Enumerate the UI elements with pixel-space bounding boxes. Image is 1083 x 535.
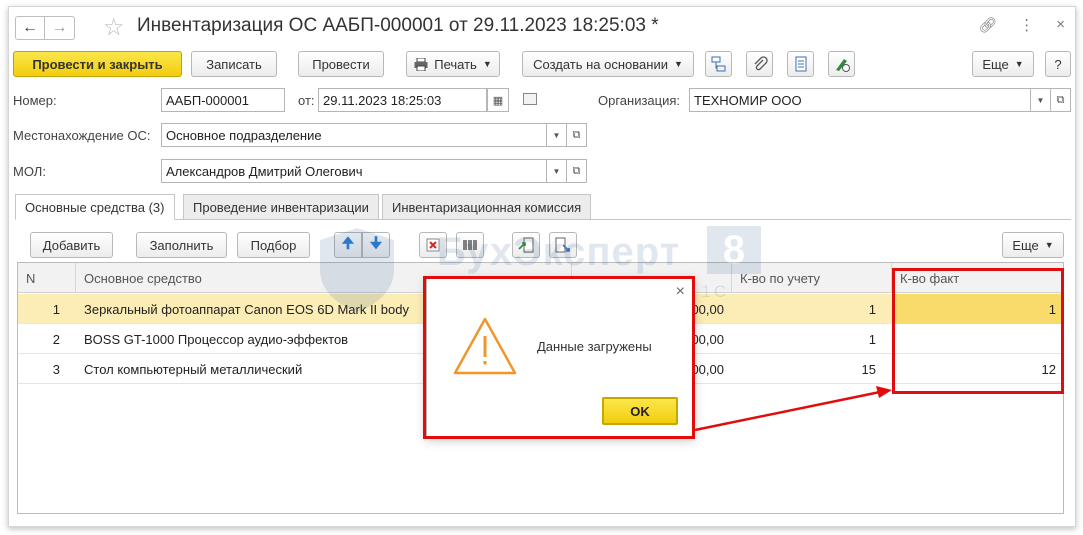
cell-qty-fact[interactable]: 12	[892, 354, 1064, 384]
organization-field[interactable]: ТЕХНОМИР ООО	[689, 88, 1031, 112]
dialog-message: Данные загружены	[537, 339, 652, 354]
hierarchy-icon	[711, 56, 725, 72]
number-field[interactable]: ААБП-000001	[161, 88, 285, 112]
warning-icon	[453, 317, 517, 375]
open-form-icon: ⧉	[1056, 93, 1065, 106]
move-up-button[interactable]: 🠉	[334, 232, 362, 258]
move-down-button[interactable]: 🠋	[362, 232, 390, 258]
cell-n: 2	[52, 331, 60, 347]
delete-rows-button[interactable]	[419, 232, 447, 258]
favorite-star-icon[interactable]: ☆	[103, 13, 125, 42]
link-icon[interactable]: 🔗︎	[978, 16, 997, 34]
date-label: от:	[298, 93, 315, 108]
open-form-icon: ⧉	[572, 128, 581, 141]
printer-icon	[414, 57, 428, 71]
print-button[interactable]: Печать ▼	[406, 51, 500, 77]
tab-conduct-inventory[interactable]: Проведение инвентаризации	[183, 194, 379, 220]
location-label: Местонахождение ОС:	[13, 128, 151, 143]
more-label: Еще	[982, 56, 1009, 72]
cell-qty-fact[interactable]: 1	[892, 294, 1064, 324]
chevron-down-icon: ▼	[1036, 95, 1045, 105]
document-list-icon	[795, 56, 806, 72]
kebab-menu-icon[interactable]: ⋮	[1019, 16, 1034, 34]
pen-clock-icon	[835, 59, 850, 72]
arrow-left-icon: ←	[22, 19, 38, 36]
location-dropdown[interactable]: ▼	[547, 123, 567, 147]
table-more-button[interactable]: Еще ▼	[1002, 232, 1064, 258]
organization-label: Организация:	[598, 93, 681, 108]
import-icon	[518, 237, 534, 253]
chevron-down-icon: ▼	[482, 59, 492, 69]
tab-fixed-assets[interactable]: Основные средства (3)	[15, 194, 175, 220]
cell-qty-book: 1	[868, 301, 876, 317]
create-based-on-button[interactable]: Создать на основании ▼	[522, 51, 694, 77]
number-label: Номер:	[13, 93, 57, 108]
add-button[interactable]: Добавить	[30, 232, 113, 258]
barcode-icon	[463, 240, 477, 250]
cell-qty-book: 1	[868, 331, 876, 347]
attach-button[interactable]	[746, 51, 773, 77]
comment-icon[interactable]	[523, 93, 537, 105]
barcode-button[interactable]	[456, 232, 484, 258]
close-window-icon[interactable]: ×	[1056, 16, 1065, 34]
post-and-close-button[interactable]: Провести и закрыть	[13, 51, 182, 77]
location-open-button[interactable]: ⧉	[567, 123, 587, 147]
mol-dropdown[interactable]: ▼	[547, 159, 567, 183]
report-button[interactable]	[787, 51, 814, 77]
organization-dropdown[interactable]: ▼	[1031, 88, 1051, 112]
load-data-button[interactable]	[512, 232, 540, 258]
edit-history-button[interactable]	[828, 51, 855, 77]
create-based-on-label: Создать на основании	[533, 56, 668, 72]
chevron-down-icon: ▼	[552, 166, 561, 176]
export-button[interactable]	[549, 232, 577, 258]
mol-label: МОЛ:	[13, 164, 46, 179]
mol-field[interactable]: Александров Дмитрий Олегович	[161, 159, 547, 183]
info-dialog: × Данные загружены OK	[426, 277, 694, 437]
mol-open-button[interactable]: ⧉	[567, 159, 587, 183]
title-tools: 🔗︎ ⋮ ×	[978, 16, 1065, 34]
chevron-down-icon: ▼	[673, 59, 683, 69]
cell-qty-book: 15	[861, 361, 876, 377]
forward-button[interactable]: →	[45, 16, 75, 40]
cell-n: 1	[52, 301, 60, 317]
open-form-icon: ⧉	[572, 164, 581, 177]
window-title: Инвентаризация ОС ААБП-000001 от 29.11.2…	[137, 15, 659, 36]
arrow-right-icon: →	[51, 19, 68, 36]
help-button[interactable]: ?	[1045, 51, 1071, 77]
chevron-down-icon: ▼	[1044, 240, 1054, 250]
close-icon[interactable]: ×	[676, 283, 685, 301]
organization-open-button[interactable]: ⧉	[1051, 88, 1071, 112]
back-button[interactable]: ←	[15, 16, 45, 40]
column-header-n[interactable]: N	[18, 263, 76, 293]
location-field[interactable]: Основное подразделение	[161, 123, 547, 147]
arrow-up-icon: 🠉	[341, 234, 355, 252]
calendar-button[interactable]: ▦	[487, 88, 509, 112]
save-button[interactable]: Записать	[191, 51, 277, 77]
cell-n: 3	[52, 361, 60, 377]
fill-button[interactable]: Заполнить	[136, 232, 227, 258]
print-label: Печать	[434, 56, 477, 72]
arrow-down-icon: 🠋	[369, 234, 383, 252]
paperclip-icon	[754, 56, 768, 71]
tab-inventory-commission[interactable]: Инвентаризационная комиссия	[382, 194, 592, 220]
delete-row-icon	[426, 238, 440, 252]
post-button[interactable]: Провести	[298, 51, 384, 77]
chevron-down-icon: ▼	[552, 130, 561, 140]
more-button[interactable]: Еще ▼	[972, 51, 1034, 77]
table-more-label: Еще	[1012, 237, 1039, 253]
column-header-qty-fact[interactable]: К-во факт	[892, 263, 1064, 293]
cell-qty-fact[interactable]	[892, 324, 1064, 354]
select-button[interactable]: Подбор	[237, 232, 310, 258]
date-field[interactable]: 29.11.2023 18:25:03	[318, 88, 487, 112]
ok-button[interactable]: OK	[602, 397, 678, 425]
export-icon	[555, 237, 570, 253]
column-header-qty-book[interactable]: К-во по учету	[732, 263, 892, 293]
structure-button[interactable]	[705, 51, 732, 77]
calendar-icon: ▦	[492, 94, 504, 107]
chevron-down-icon: ▼	[1014, 59, 1024, 69]
